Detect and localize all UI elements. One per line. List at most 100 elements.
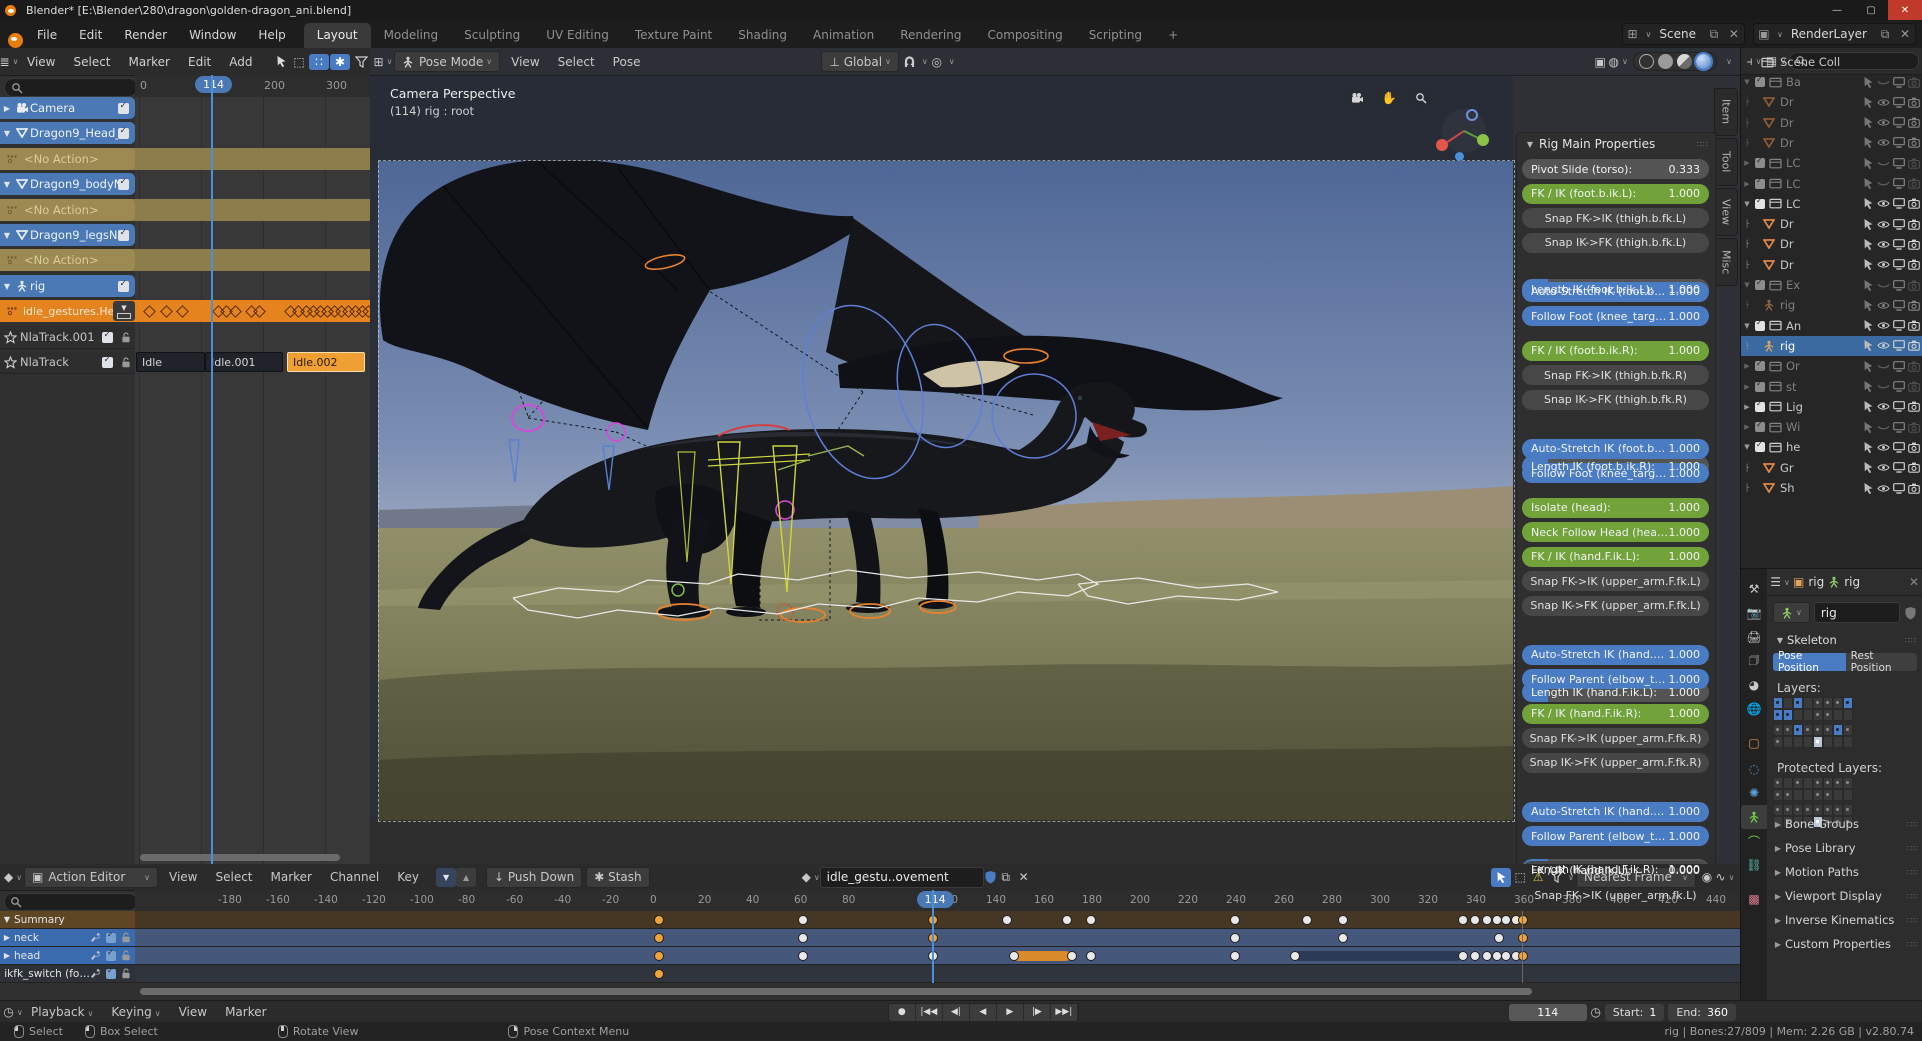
disclosure-icon[interactable]: ├ xyxy=(1741,139,1753,147)
breadcrumb-data[interactable]: rig xyxy=(1844,575,1860,589)
nla-strip-Idle.001[interactable]: Idle.001 xyxy=(205,352,283,372)
overlays-toggle-icon[interactable]: ◍∨ xyxy=(1609,53,1627,71)
panel-custom-properties[interactable]: ▶Custom Properties∷∷ xyxy=(1771,937,1919,951)
eye-icon[interactable] xyxy=(1877,138,1890,147)
keyframe[interactable] xyxy=(1501,951,1511,961)
dope-menu-marker[interactable]: Marker xyxy=(262,870,321,884)
armature-name-field[interactable]: rig xyxy=(1814,602,1900,623)
track-checkbox[interactable] xyxy=(118,281,129,292)
dope-search-input[interactable] xyxy=(4,893,137,911)
box-select-icon[interactable]: ⬚ xyxy=(290,53,308,71)
collection-checkbox[interactable] xyxy=(1755,179,1765,189)
panel-motion-paths[interactable]: ▶Motion Paths∷∷ xyxy=(1771,865,1919,879)
monitor-icon[interactable] xyxy=(1893,239,1905,250)
keyframe[interactable] xyxy=(1230,933,1240,943)
camera-render-icon[interactable] xyxy=(1908,158,1920,169)
selectable-icon[interactable] xyxy=(1863,177,1874,190)
armature-layer-button[interactable] xyxy=(1843,697,1853,709)
nla-menu-select[interactable]: Select xyxy=(64,55,119,69)
play-button[interactable]: ▶ xyxy=(997,1004,1024,1021)
workspace-tab-compositing[interactable]: Compositing xyxy=(974,23,1075,48)
keyframe[interactable] xyxy=(1230,951,1240,961)
camera-render-icon[interactable] xyxy=(1908,462,1920,473)
eye-closed-icon[interactable] xyxy=(1877,179,1890,188)
armature-layer-button[interactable] xyxy=(1823,709,1833,721)
disclosure-icon[interactable]: ├ xyxy=(1741,98,1753,106)
properties-tab-bone[interactable]: ⌒ xyxy=(1741,829,1767,853)
outliner-row-rig-11[interactable]: ├rig xyxy=(1741,295,1922,315)
armature-layer-button[interactable] xyxy=(1823,697,1833,709)
outliner-row-gr-19[interactable]: ├Gr xyxy=(1741,458,1922,478)
dope-menu-select[interactable]: Select xyxy=(206,870,261,884)
selectable-icon[interactable] xyxy=(1863,482,1874,495)
properties-display-icon[interactable]: ☰∨ xyxy=(1771,573,1789,591)
selectable-icon[interactable] xyxy=(1863,360,1874,373)
disclosure-icon[interactable]: ▼ xyxy=(1741,443,1753,451)
rig-slider[interactable]: Pivot Slide (torso):0.333 xyxy=(1522,159,1709,179)
breadcrumb-object[interactable]: rig xyxy=(1808,575,1824,589)
collection-checkbox[interactable] xyxy=(1755,321,1765,331)
minimize-button[interactable]: — xyxy=(1820,0,1854,20)
properties-tab-viewlayer[interactable]: 🗇 xyxy=(1741,649,1767,673)
keyframe[interactable] xyxy=(1338,933,1348,943)
star-icon[interactable] xyxy=(4,331,20,344)
selectable-icon[interactable] xyxy=(1863,279,1874,292)
camera-render-icon[interactable] xyxy=(1908,117,1920,128)
protected-layer-button[interactable] xyxy=(1773,789,1783,801)
camera-render-icon[interactable] xyxy=(1908,340,1920,351)
monitor-icon[interactable] xyxy=(1893,320,1905,331)
mode-dropdown[interactable]: Pose Mode ∨ xyxy=(394,51,500,72)
selectable-icon[interactable] xyxy=(1863,116,1874,129)
sidebar-tab-item[interactable]: Item xyxy=(1714,88,1738,136)
channel-band-head[interactable] xyxy=(135,947,1740,965)
outliner-row-dr-8[interactable]: ├Dr xyxy=(1741,234,1922,254)
collection-checkbox[interactable] xyxy=(1755,158,1765,168)
rig-slider[interactable]: Follow Foot (knee_target.:1.000 xyxy=(1522,306,1709,326)
camera-render-icon[interactable] xyxy=(1908,239,1920,250)
eye-icon[interactable] xyxy=(1877,341,1890,350)
protected-layer-button[interactable] xyxy=(1823,789,1833,801)
monitor-icon[interactable] xyxy=(1893,401,1905,412)
selectable-icon[interactable] xyxy=(1863,96,1874,109)
lock-icon[interactable] xyxy=(121,357,131,368)
disclosure-icon[interactable]: ▶ xyxy=(1741,159,1753,167)
disclosure-icon[interactable]: ▼ xyxy=(0,231,14,240)
channel-ikfk_switch (foot.b.ik.L)[interactable]: ikfk_switch (foot.b.ik.L) xyxy=(0,965,135,983)
editor-type-icon[interactable]: ≣∨ xyxy=(0,53,18,71)
keyframe[interactable] xyxy=(798,915,808,925)
camera-render-icon[interactable] xyxy=(1908,401,1920,412)
monitor-icon[interactable] xyxy=(1893,300,1905,311)
snap-button[interactable]: Snap IK->FK (thigh.b.fk.R) xyxy=(1522,390,1709,410)
camera-view-gizmo[interactable] xyxy=(1344,85,1370,111)
lock-icon[interactable] xyxy=(121,332,131,343)
nla-ruler[interactable]: 0200300114 xyxy=(135,75,370,98)
jump-start-button[interactable]: |◀◀ xyxy=(916,1004,943,1021)
close-button[interactable]: ✕ xyxy=(1888,0,1922,20)
armature-layer-button[interactable] xyxy=(1793,697,1803,709)
keyframe[interactable] xyxy=(1470,951,1480,961)
selectable-icon[interactable] xyxy=(1863,461,1874,474)
workspace-tab-texture-paint[interactable]: Texture Paint xyxy=(622,23,725,48)
selectable-icon[interactable] xyxy=(1863,441,1874,454)
dope-menu-key[interactable]: Key xyxy=(388,870,428,884)
armature-layer-button[interactable] xyxy=(1773,709,1783,721)
shading-dropdown[interactable]: ∨ xyxy=(1726,57,1732,66)
nla-action-track[interactable]: <No Action> xyxy=(0,249,135,271)
new-scene-icon[interactable]: ⧉ xyxy=(1704,27,1724,42)
nla-hscrollbar[interactable] xyxy=(140,854,340,861)
track-checkbox[interactable] xyxy=(118,128,129,139)
xray-toggle-icon[interactable]: ▣ xyxy=(1591,53,1609,71)
eye-icon[interactable] xyxy=(1877,301,1890,310)
disclosure-icon[interactable]: ├ xyxy=(1741,220,1753,228)
outliner-row-lc-4[interactable]: ▶LC xyxy=(1741,153,1922,173)
action-browse-icon[interactable]: ◆∨ xyxy=(802,868,820,886)
eye-icon[interactable] xyxy=(1877,240,1890,249)
armature-layer-button[interactable] xyxy=(1793,736,1803,748)
keyframe[interactable] xyxy=(1470,915,1480,925)
outliner-row-lc-6[interactable]: ▼LC xyxy=(1741,194,1922,214)
channel-neck[interactable]: ▶neck xyxy=(0,929,135,947)
selectable-icon[interactable] xyxy=(1863,319,1874,332)
properties-tab-particles[interactable]: ✺ xyxy=(1741,781,1767,805)
outliner-row-scene-collection[interactable]: Scene Coll xyxy=(1741,52,1922,72)
nla-current-frame[interactable]: 114 xyxy=(195,76,232,93)
